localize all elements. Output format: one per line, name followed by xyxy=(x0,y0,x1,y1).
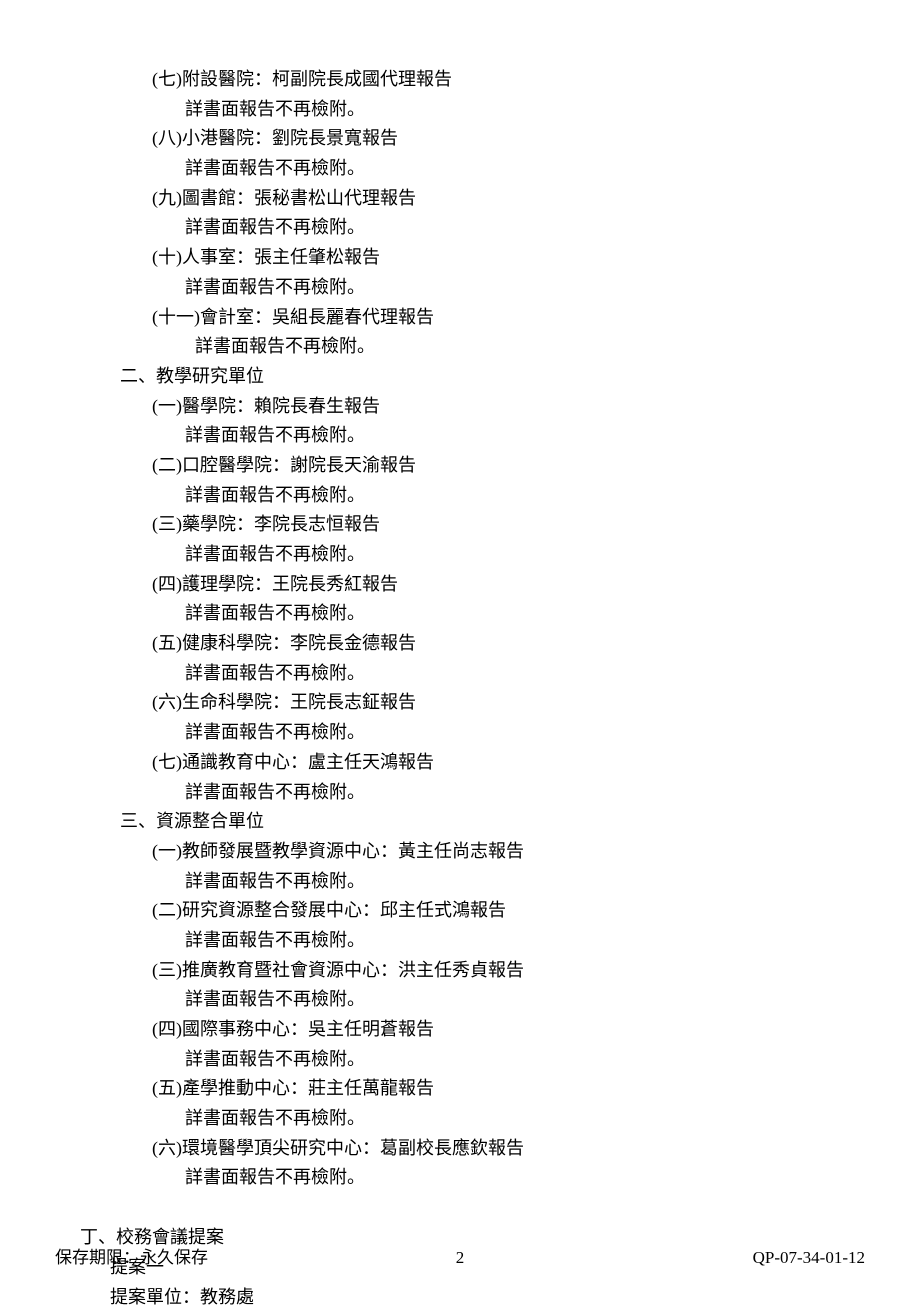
report-item-title: (六)環境醫學頂尖研究中心：葛副校長應欽報告 xyxy=(152,1134,865,1164)
footer-right: QP-07-34-01-12 xyxy=(753,1244,865,1272)
report-item-title: (一)醫學院：賴院長春生報告 xyxy=(152,392,865,422)
report-item-title: (十一)會計室：吳組長麗春代理報告 xyxy=(152,303,865,333)
proposal-unit: 提案單位：教務處 xyxy=(110,1283,865,1312)
footer-left: 保存期限：永久保存 xyxy=(55,1244,208,1272)
document-body: (七)附設醫院：柯副院長成國代理報告詳書面報告不再檢附。(八)小港醫院：劉院長景… xyxy=(80,65,865,1312)
report-item-detail: 詳書面報告不再檢附。 xyxy=(185,1163,865,1193)
report-item-detail: 詳書面報告不再檢附。 xyxy=(185,213,865,243)
report-item-detail: 詳書面報告不再檢附。 xyxy=(185,778,865,808)
report-item-title: (六)生命科學院：王院長志鉦報告 xyxy=(152,688,865,718)
report-item-title: (九)圖書館：張秘書松山代理報告 xyxy=(152,184,865,214)
report-item-title: (二)研究資源整合發展中心：邱主任式鴻報告 xyxy=(152,896,865,926)
report-item-title: (五)產學推動中心：莊主任萬龍報告 xyxy=(152,1074,865,1104)
report-item-detail: 詳書面報告不再檢附。 xyxy=(185,421,865,451)
report-item-detail: 詳書面報告不再檢附。 xyxy=(185,95,865,125)
report-item-title: (三)推廣教育暨社會資源中心：洪主任秀貞報告 xyxy=(152,956,865,986)
report-item-detail: 詳書面報告不再檢附。 xyxy=(185,599,865,629)
report-item-detail: 詳書面報告不再檢附。 xyxy=(185,273,865,303)
section-3-heading: 三、資源整合單位 xyxy=(120,807,865,837)
report-item-detail: 詳書面報告不再檢附。 xyxy=(185,718,865,748)
report-item-detail: 詳書面報告不再檢附。 xyxy=(195,332,865,362)
report-item-title: (二)口腔醫學院：謝院長天渝報告 xyxy=(152,451,865,481)
report-item-detail: 詳書面報告不再檢附。 xyxy=(185,1104,865,1134)
report-item-title: (八)小港醫院：劉院長景寬報告 xyxy=(152,124,865,154)
report-item-detail: 詳書面報告不再檢附。 xyxy=(185,540,865,570)
report-item-title: (七)附設醫院：柯副院長成國代理報告 xyxy=(152,65,865,95)
report-item-detail: 詳書面報告不再檢附。 xyxy=(185,1045,865,1075)
report-item-detail: 詳書面報告不再檢附。 xyxy=(185,985,865,1015)
report-item-title: (五)健康科學院：李院長金德報告 xyxy=(152,629,865,659)
report-item-detail: 詳書面報告不再檢附。 xyxy=(185,154,865,184)
report-item-detail: 詳書面報告不再檢附。 xyxy=(185,867,865,897)
report-item-title: (四)護理學院：王院長秀紅報告 xyxy=(152,570,865,600)
report-item-title: (七)通識教育中心：盧主任天鴻報告 xyxy=(152,748,865,778)
page-number: 2 xyxy=(456,1244,465,1272)
report-item-detail: 詳書面報告不再檢附。 xyxy=(185,481,865,511)
report-item-title: (十)人事室：張主任肇松報告 xyxy=(152,243,865,273)
report-item-title: (四)國際事務中心：吳主任明蒼報告 xyxy=(152,1015,865,1045)
report-item-detail: 詳書面報告不再檢附。 xyxy=(185,926,865,956)
section-2-heading: 二、教學研究單位 xyxy=(120,362,865,392)
report-item-detail: 詳書面報告不再檢附。 xyxy=(185,659,865,689)
report-item-title: (三)藥學院：李院長志恒報告 xyxy=(152,510,865,540)
page-footer: 保存期限：永久保存 2 QP-07-34-01-12 xyxy=(55,1244,865,1272)
report-item-title: (一)教師發展暨教學資源中心：黃主任尚志報告 xyxy=(152,837,865,867)
